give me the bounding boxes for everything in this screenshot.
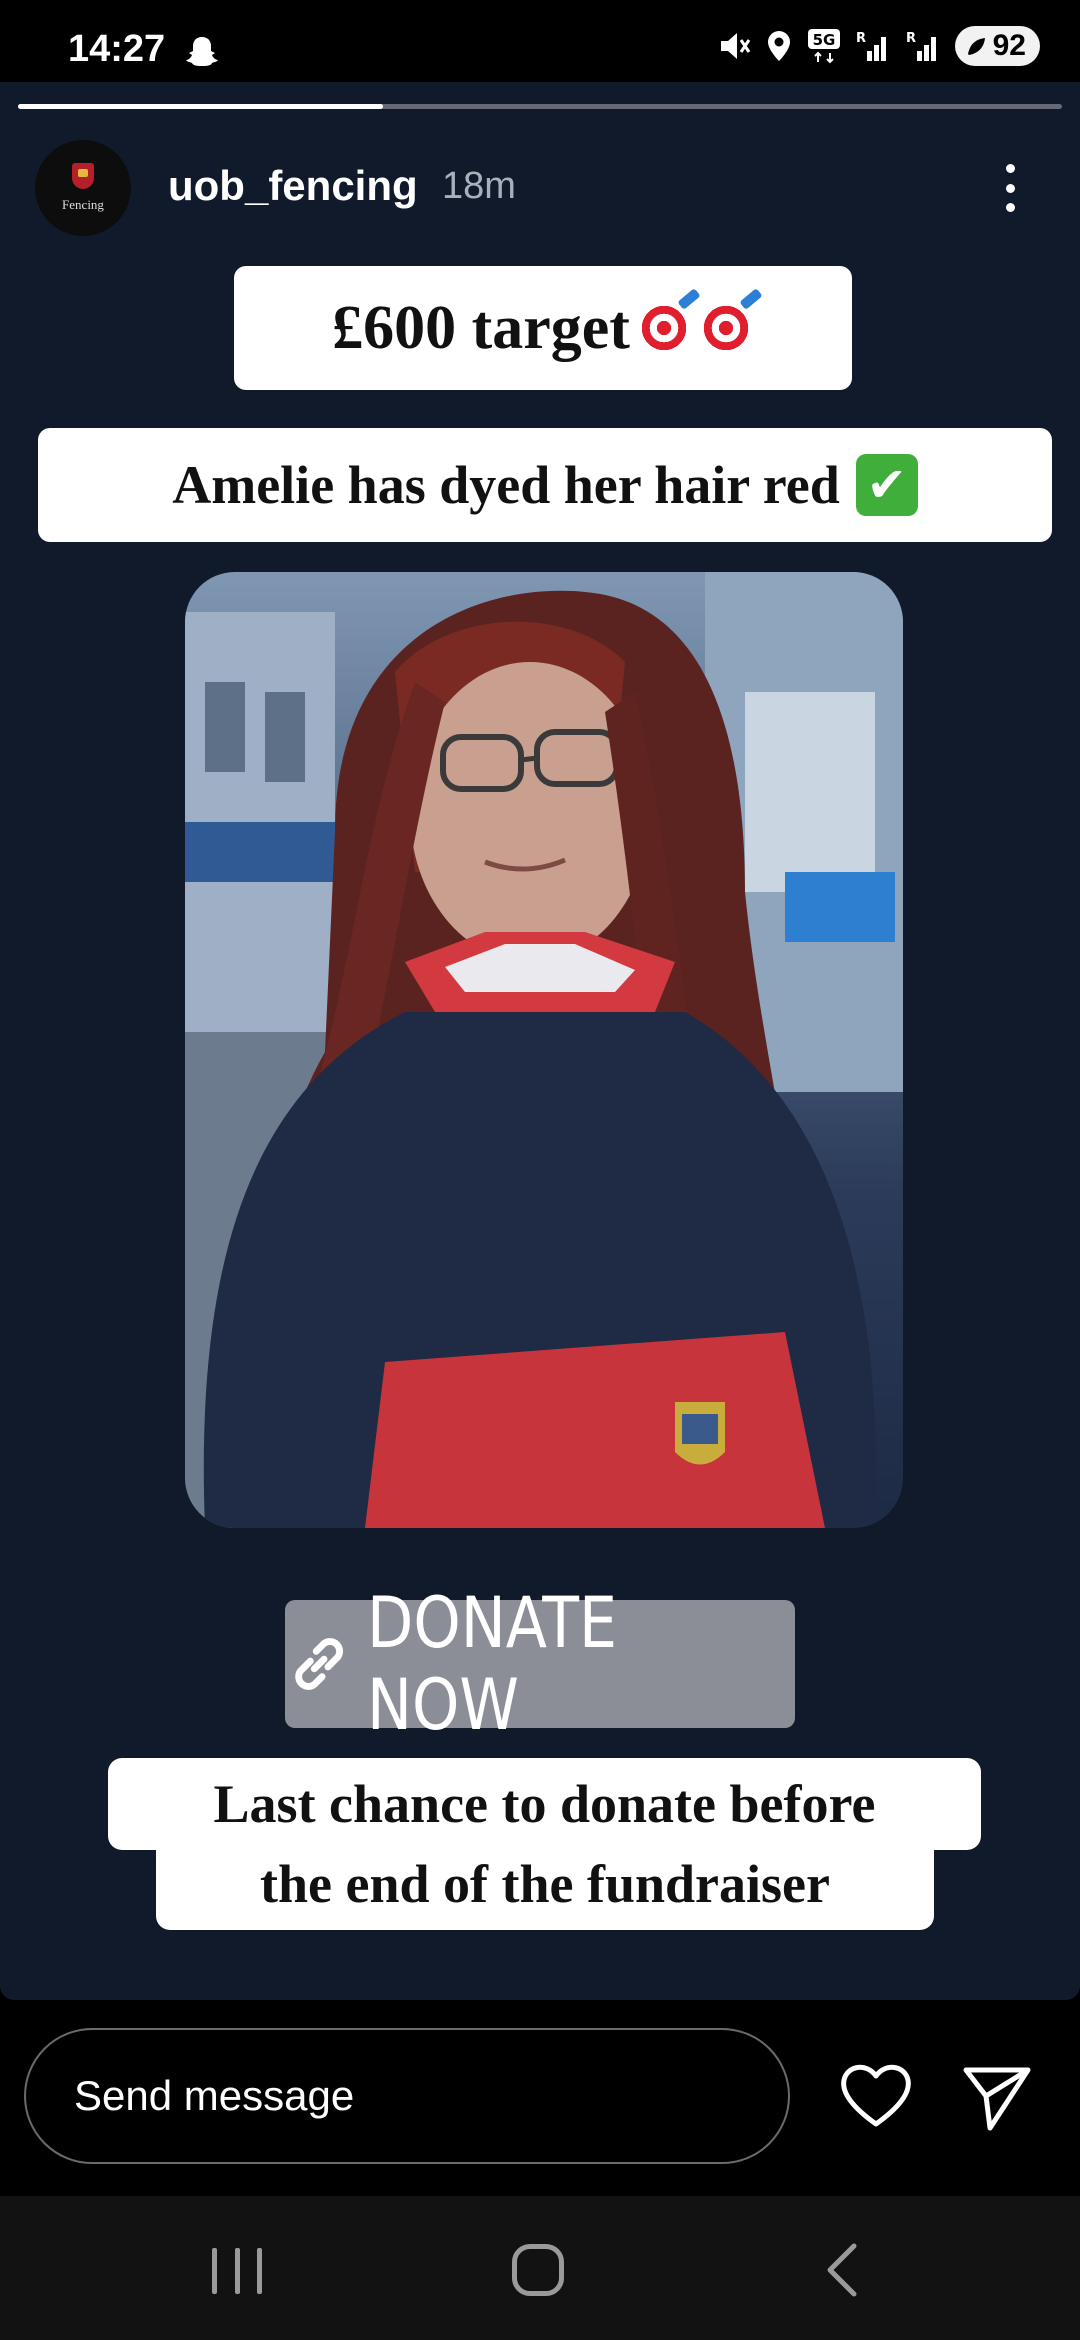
bullseye-icon bbox=[635, 300, 692, 356]
donate-now-label: DONATE NOW bbox=[367, 1582, 618, 1746]
status-sticker: Amelie has dyed her hair red ✔ bbox=[38, 428, 1052, 542]
svg-text:R: R bbox=[906, 31, 916, 46]
caption-line-2-text: the end of the fundraiser bbox=[260, 1854, 830, 1914]
status-sticker-text: Amelie has dyed her hair red bbox=[172, 455, 840, 515]
story-time-ago: 18m bbox=[442, 165, 516, 207]
snapchat-ghost-icon bbox=[186, 37, 218, 66]
avatar[interactable]: Fencing bbox=[35, 140, 131, 236]
svg-text:5G: 5G bbox=[812, 31, 835, 49]
location-icon bbox=[767, 31, 790, 61]
mute-icon bbox=[720, 33, 750, 59]
crest-icon bbox=[72, 163, 94, 189]
story-progress-fill bbox=[18, 104, 384, 109]
caption-line-2: the end of the fundraiser bbox=[156, 1838, 934, 1930]
target-sticker: £600 target bbox=[234, 266, 852, 390]
status-time: 14:27 bbox=[68, 28, 166, 70]
battery-indicator: 92 bbox=[954, 26, 1040, 66]
status-icons: 5G R R 92 bbox=[717, 26, 1040, 66]
bullseye-icon bbox=[697, 300, 754, 356]
battery-saver-icon bbox=[967, 38, 985, 55]
send-direct-icon[interactable] bbox=[960, 2060, 1034, 2134]
send-message-input[interactable]: Send message bbox=[24, 2028, 790, 2164]
link-icon bbox=[295, 1638, 343, 1690]
svg-text:R: R bbox=[856, 31, 866, 46]
caption-line-1: Last chance to donate before bbox=[108, 1758, 981, 1850]
recent-apps-icon[interactable] bbox=[212, 2248, 262, 2294]
caption-line-1-text: Last chance to donate before bbox=[213, 1774, 876, 1834]
send-message-placeholder: Send message bbox=[74, 2072, 355, 2119]
story-progress-bar bbox=[18, 104, 1062, 109]
photo-illustration bbox=[185, 572, 903, 1528]
system-nav-bar bbox=[0, 2196, 1080, 2340]
story-viewer[interactable]: Fencing uob_fencing 18m £600 target Amel… bbox=[0, 82, 1080, 2000]
target-sticker-text: £600 target bbox=[332, 293, 630, 362]
battery-level: 92 bbox=[992, 29, 1026, 62]
story-photo bbox=[185, 572, 903, 1528]
signal-icon: R bbox=[906, 31, 936, 61]
like-heart-icon[interactable] bbox=[838, 2060, 914, 2130]
signal-icon: R bbox=[856, 31, 886, 61]
5g-icon: 5G bbox=[807, 29, 840, 64]
home-icon[interactable] bbox=[512, 2244, 564, 2296]
back-icon[interactable] bbox=[822, 2240, 862, 2300]
avatar-text: Fencing bbox=[62, 197, 104, 212]
status-bar: 14:27 5G R R 92 bbox=[0, 0, 1080, 82]
username[interactable]: uob_fencing bbox=[168, 162, 418, 210]
check-mark-icon: ✔ bbox=[855, 454, 918, 516]
donate-now-link-button[interactable]: DONATE NOW bbox=[285, 1582, 795, 1746]
reply-bar: Send message bbox=[0, 2000, 1080, 2196]
more-options-icon[interactable] bbox=[990, 158, 1030, 218]
